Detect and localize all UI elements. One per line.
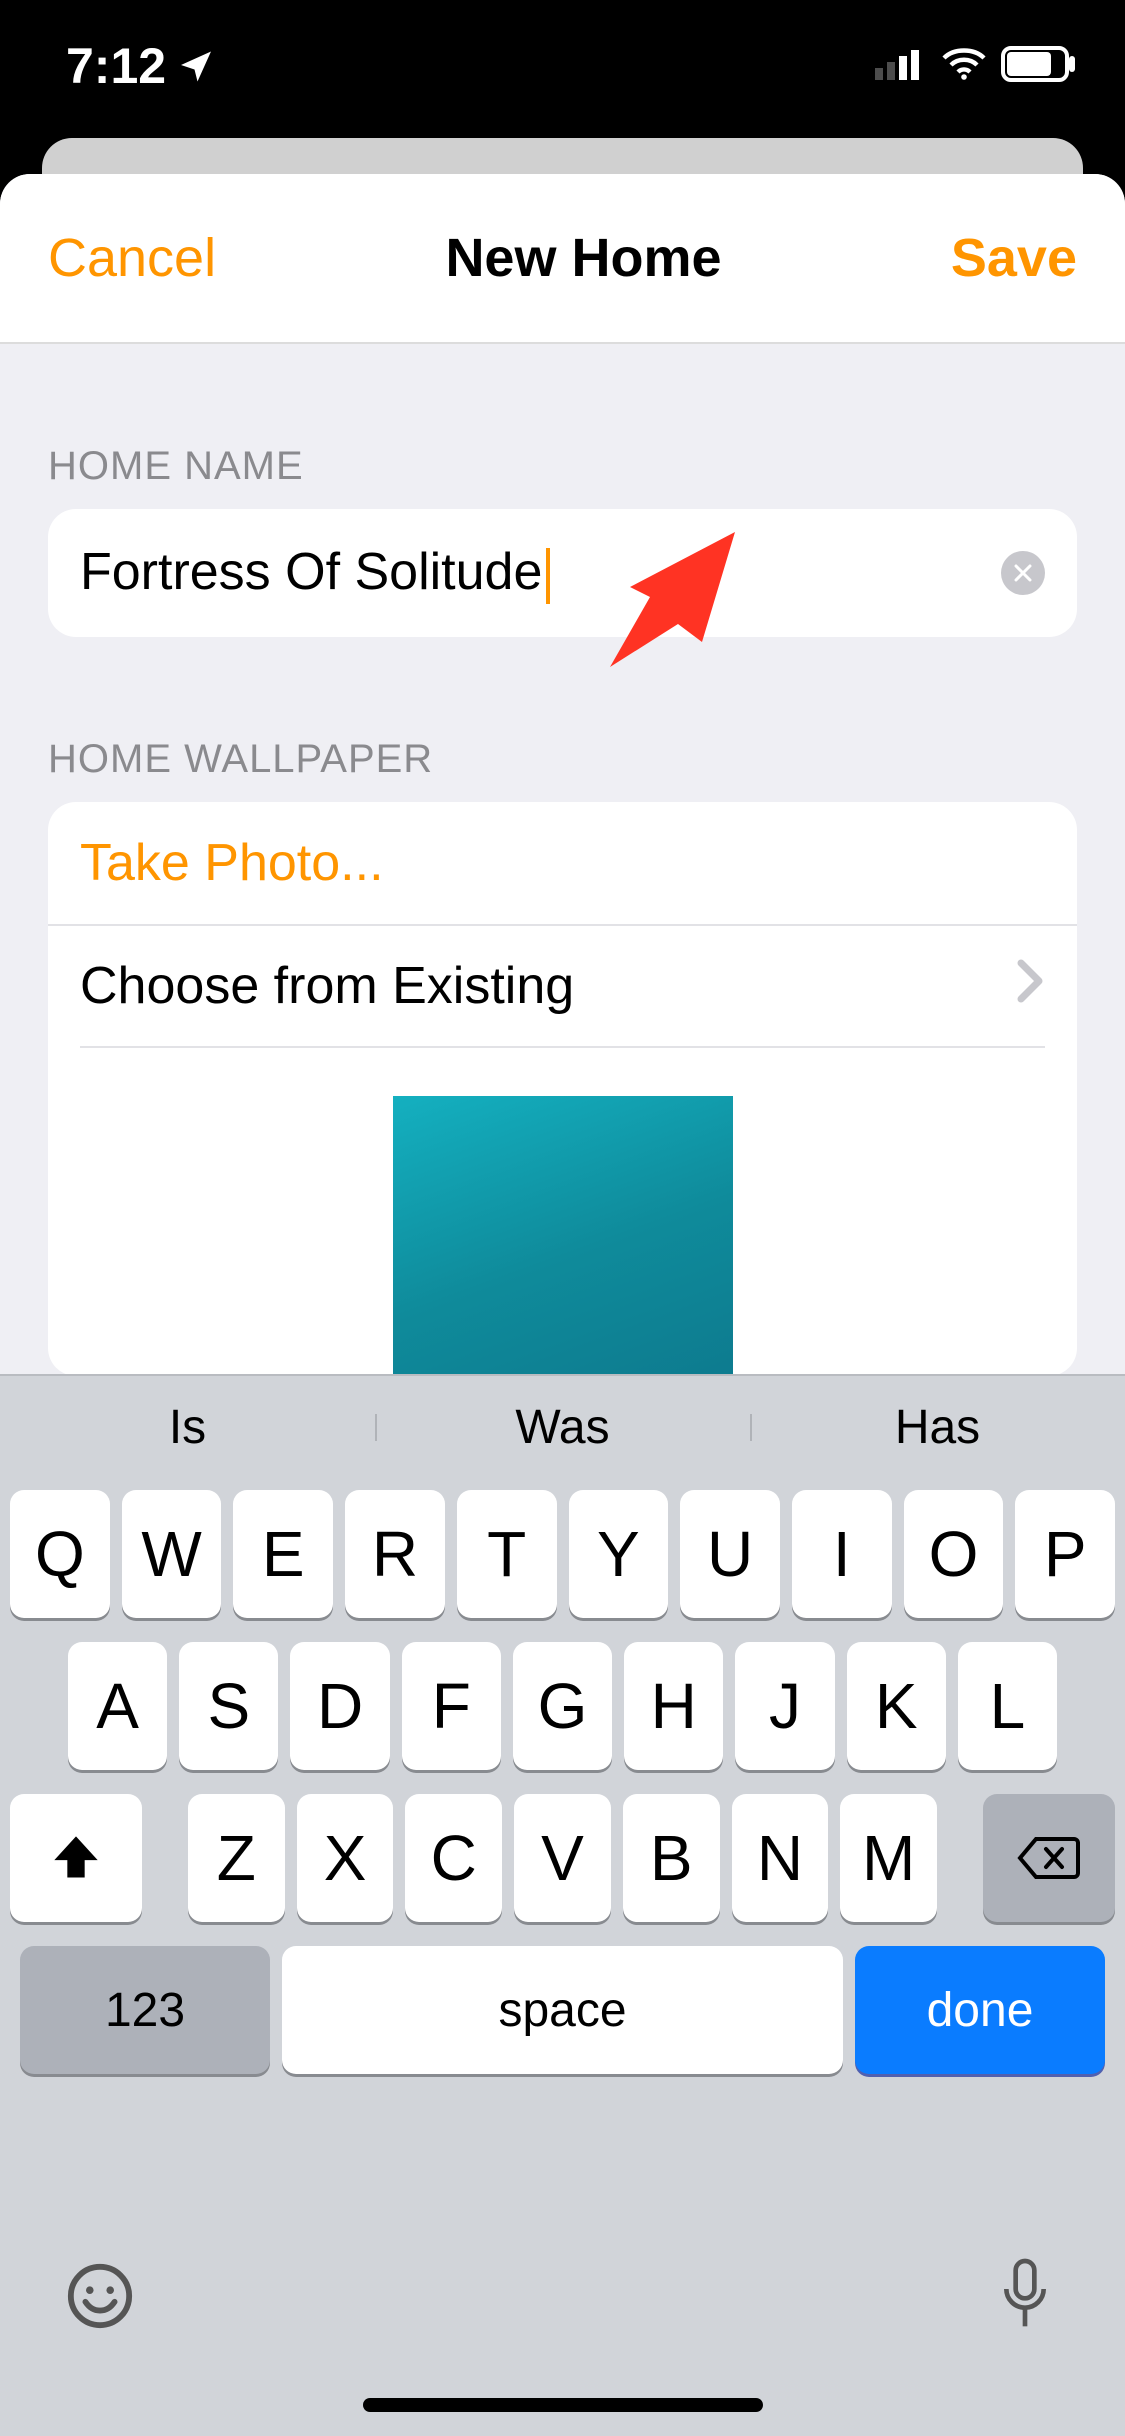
new-home-sheet: Cancel New Home Save HOME NAME Fortress … (0, 174, 1125, 2436)
home-indicator[interactable] (363, 2398, 763, 2412)
chevron-right-icon (1017, 956, 1045, 1016)
key-f[interactable]: F (402, 1642, 501, 1770)
key-w[interactable]: W (122, 1490, 222, 1618)
cellular-signal-icon (875, 48, 927, 85)
key-q[interactable]: Q (10, 1490, 110, 1618)
text-caret (546, 548, 550, 604)
key-s[interactable]: S (179, 1642, 278, 1770)
cancel-button[interactable]: Cancel (48, 227, 216, 289)
numeric-switch-key[interactable]: 123 (20, 1946, 270, 2074)
key-v[interactable]: V (514, 1794, 611, 1922)
key-k[interactable]: K (847, 1642, 946, 1770)
backspace-key[interactable] (983, 1794, 1115, 1922)
choose-existing-label: Choose from Existing (80, 956, 574, 1016)
emoji-icon (65, 2261, 135, 2331)
key-y[interactable]: Y (569, 1490, 669, 1618)
key-row-2: A S D F G H J K L (10, 1642, 1115, 1770)
suggestion-1[interactable]: Was (375, 1400, 750, 1455)
key-n[interactable]: N (732, 1794, 829, 1922)
key-row-3: Z X C V B N M (10, 1794, 1115, 1922)
key-u[interactable]: U (680, 1490, 780, 1618)
key-o[interactable]: O (904, 1490, 1004, 1618)
take-photo-label: Take Photo... (80, 833, 384, 893)
save-button[interactable]: Save (951, 227, 1077, 289)
space-key[interactable]: space (282, 1946, 843, 2074)
key-m[interactable]: M (840, 1794, 937, 1922)
key-z[interactable]: Z (188, 1794, 285, 1922)
home-name-input-card[interactable]: Fortress Of Solitude (48, 509, 1077, 637)
microphone-icon (997, 2256, 1053, 2336)
key-e[interactable]: E (233, 1490, 333, 1618)
key-x[interactable]: X (297, 1794, 394, 1922)
home-name-value: Fortress Of Solitude (80, 543, 542, 601)
home-name-section-header: HOME NAME (0, 344, 1125, 509)
battery-icon (1001, 46, 1077, 87)
suggestion-bar: Is Was Has (0, 1376, 1125, 1478)
shift-icon (50, 1832, 102, 1884)
key-h[interactable]: H (624, 1642, 723, 1770)
key-r[interactable]: R (345, 1490, 445, 1618)
wallpaper-preview-image[interactable] (393, 1096, 733, 1376)
key-a[interactable]: A (68, 1642, 167, 1770)
choose-existing-row[interactable]: Choose from Existing (48, 924, 1077, 1046)
key-row-1: Q W E R T Y U I O P (10, 1490, 1115, 1618)
key-d[interactable]: D (290, 1642, 389, 1770)
take-photo-row[interactable]: Take Photo... (48, 802, 1077, 924)
wifi-icon (939, 46, 989, 87)
status-bar: 7:12 (0, 0, 1125, 132)
status-time: 7:12 (66, 37, 166, 95)
key-b[interactable]: B (623, 1794, 720, 1922)
key-l[interactable]: L (958, 1642, 1057, 1770)
done-key[interactable]: done (855, 1946, 1105, 2074)
clear-text-button[interactable] (1001, 551, 1045, 595)
key-i[interactable]: I (792, 1490, 892, 1618)
key-t[interactable]: T (457, 1490, 557, 1618)
key-rows: Q W E R T Y U I O P A S D F G (0, 1478, 1125, 2074)
modal-sheet-stack: Cancel New Home Save HOME NAME Fortress … (0, 138, 1125, 2436)
suggestion-2[interactable]: Has (750, 1400, 1125, 1455)
shift-key[interactable] (10, 1794, 142, 1922)
row-separator (80, 1046, 1045, 1048)
nav-bar: Cancel New Home Save (0, 174, 1125, 344)
emoji-button[interactable] (60, 2256, 140, 2336)
key-p[interactable]: P (1015, 1490, 1115, 1618)
backspace-icon (1016, 1835, 1082, 1881)
key-row-bottom: 123 space done (10, 1946, 1115, 2074)
wallpaper-options-card: Take Photo... Choose from Existing (48, 802, 1077, 1376)
home-name-input[interactable]: Fortress Of Solitude (80, 542, 1001, 603)
key-g[interactable]: G (513, 1642, 612, 1770)
page-title: New Home (445, 227, 721, 289)
clear-x-icon (1011, 561, 1035, 585)
home-wallpaper-section-header: HOME WALLPAPER (0, 637, 1125, 802)
key-c[interactable]: C (405, 1794, 502, 1922)
status-right (875, 46, 1077, 87)
dictation-button[interactable] (985, 2256, 1065, 2336)
status-left: 7:12 (66, 37, 214, 95)
location-arrow-icon (178, 37, 214, 95)
key-j[interactable]: J (735, 1642, 834, 1770)
suggestion-0[interactable]: Is (0, 1400, 375, 1455)
keyboard: Is Was Has Q W E R T Y U I O P (0, 1374, 1125, 2436)
